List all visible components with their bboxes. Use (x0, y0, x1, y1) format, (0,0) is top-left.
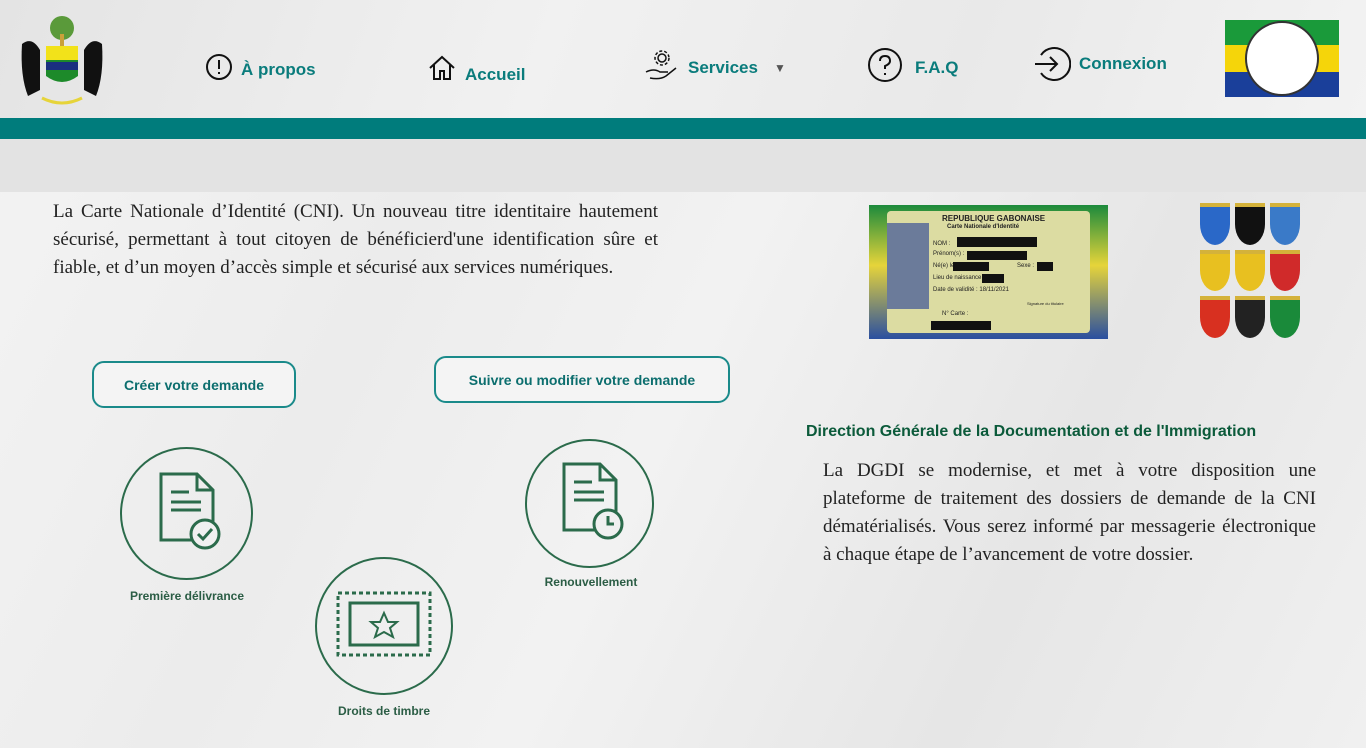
direction-text: La DGDI se modernise, et met à votre dis… (823, 460, 1316, 565)
nav-connexion-label: Connexion (1079, 53, 1167, 73)
info-icon (205, 53, 233, 86)
banner-band (0, 139, 1366, 192)
nav-accueil[interactable]: Accueil (427, 54, 525, 87)
card-validite: Date de validité : 18/11/2021 (933, 287, 1009, 293)
header-bar (0, 118, 1366, 139)
card-sexe: Sexe : (1017, 263, 1035, 269)
nav-services[interactable]: Services ▼ (644, 48, 786, 87)
card-title: REPUBLIQUE GABONAISE (942, 214, 1046, 223)
nav-faq-label: F.A.Q (915, 57, 959, 77)
create-request-button[interactable]: Créer votre demande (92, 361, 296, 408)
login-icon (1033, 45, 1072, 88)
caret-down-icon: ▼ (773, 60, 786, 75)
stamp-star-icon (334, 589, 434, 664)
nav-faq[interactable]: F.A.Q (867, 47, 958, 88)
first-issuance-service[interactable] (120, 447, 253, 580)
intro-text: La Carte Nationale d’Identité (CNI). Un … (53, 201, 658, 278)
home-icon (427, 54, 457, 87)
follow-request-button[interactable]: Suivre ou modifier votre demande (434, 356, 730, 403)
nav-apropos-label: À propos (241, 59, 316, 79)
renewal-service[interactable] (525, 439, 654, 568)
card-photo (887, 223, 929, 309)
nav-connexion[interactable]: Connexion (1033, 45, 1167, 88)
stamp-duties-label: Droits de timbre (337, 704, 430, 718)
nav-services-label: Services (688, 57, 758, 77)
renewal-label: Renouvellement (544, 575, 638, 589)
gear-hand-icon (644, 48, 680, 87)
card-lieu: Lieu de naissance : (933, 275, 985, 281)
question-icon (867, 47, 903, 88)
gabon-flag-seal (1225, 20, 1339, 97)
document-clock-icon (550, 456, 630, 551)
stamp-duties-service[interactable] (315, 557, 453, 695)
first-issuance-label: Première délivrance (129, 589, 245, 603)
provincial-coats-of-arms (1200, 203, 1300, 338)
card-subtitle: Carte Nationale d'Identité (947, 224, 1020, 230)
card-prenom: Prénom(s) : (933, 251, 965, 257)
coat-of-arms-logo[interactable] (12, 14, 112, 110)
id-card-image: REPUBLIQUE GABONAISE Carte Nationale d'I… (869, 205, 1108, 339)
nav-accueil-label: Accueil (465, 64, 526, 84)
card-nom: NOM : (933, 241, 951, 247)
card-signature: Signature du titulaire (1027, 301, 1064, 306)
card-numero: N° Carte : (942, 311, 969, 317)
direction-title: Direction Générale de la Documentation e… (806, 423, 1257, 440)
document-check-icon (147, 466, 227, 561)
nav-apropos[interactable]: À propos (205, 53, 316, 86)
